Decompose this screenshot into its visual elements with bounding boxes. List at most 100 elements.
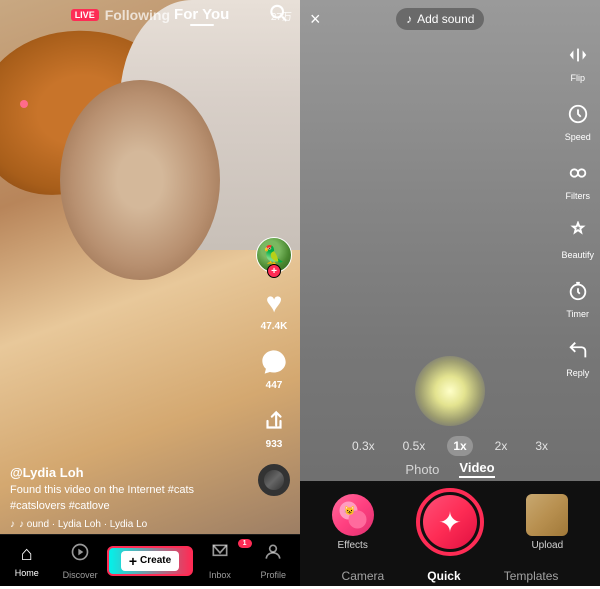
timer-tool[interactable]: Timer	[563, 276, 593, 319]
add-sound-button[interactable]: ♪ Add sound	[396, 8, 484, 30]
upload-button[interactable]: Upload	[526, 494, 568, 551]
speed-0.5x[interactable]: 0.5x	[397, 436, 432, 456]
share-action[interactable]: 933	[258, 405, 290, 450]
inbox-icon	[210, 542, 230, 568]
upload-label: Upload	[531, 540, 563, 551]
nav-inbox[interactable]: 1 Inbox	[193, 542, 246, 580]
reply-icon	[563, 335, 593, 365]
timer-icon	[563, 276, 593, 306]
effects-button[interactable]: 😺 Effects	[332, 494, 374, 551]
beautify-tool[interactable]: Beautify	[561, 217, 594, 260]
filters-label: Filters	[565, 191, 590, 201]
create-button-inner: + Create	[121, 551, 179, 571]
video-sound: ♪ ♪ ound · Lydia Loh · Lydia Lo	[10, 519, 250, 530]
create-label: Create	[140, 555, 171, 566]
video-dot	[20, 100, 28, 108]
tab-underline	[190, 24, 214, 26]
inbox-badge: 1	[238, 539, 252, 548]
speed-selector: 0.3x 0.5x 1x 2x 3x	[300, 436, 600, 456]
like-action[interactable]: ♥ 47.4K	[258, 287, 290, 332]
speed-tool[interactable]: Speed	[563, 99, 593, 142]
beautify-label: Beautify	[561, 250, 594, 260]
camera-controls-row: 😺 Effects ✦ Upload	[300, 481, 600, 563]
filters-tool[interactable]: Filters	[563, 158, 593, 201]
camera-panel: × ♪ Add sound Flip Speed	[300, 0, 600, 586]
nav-profile[interactable]: Profile	[247, 542, 300, 580]
creator-avatar[interactable]: 🦜 +	[256, 237, 292, 273]
discover-icon	[70, 542, 90, 568]
close-button[interactable]: ×	[310, 9, 321, 30]
add-sound-label: Add sound	[417, 12, 474, 26]
speed-icon	[563, 99, 593, 129]
camera-bottom-controls: 😺 Effects ✦ Upload Camera Quick	[300, 481, 600, 586]
music-disc	[258, 464, 290, 496]
profile-icon	[263, 542, 283, 568]
search-icon[interactable]	[268, 3, 288, 28]
comment-icon	[258, 346, 290, 378]
music-note-icon: ♪	[10, 519, 15, 530]
nav-discover[interactable]: Discover	[53, 542, 106, 580]
beautify-icon	[563, 217, 593, 247]
camera-tools: Flip Speed Filters	[561, 40, 594, 378]
camera-nav-quick[interactable]: Quick	[427, 569, 460, 583]
video-actions: 🦜 + ♥ 47.4K 447	[256, 237, 292, 496]
profile-label: Profile	[261, 570, 287, 580]
discover-label: Discover	[63, 570, 98, 580]
speed-3x[interactable]: 3x	[529, 436, 554, 456]
video-description: Found this video on the Internet #cats #…	[10, 483, 250, 514]
music-note-icon: ♪	[406, 12, 412, 26]
like-count: 47.4K	[261, 321, 288, 332]
create-button[interactable]: + Create	[107, 546, 193, 576]
following-tab[interactable]: Following	[105, 7, 170, 23]
comment-count: 447	[266, 380, 283, 391]
filters-icon	[563, 158, 593, 188]
flip-icon	[563, 40, 593, 70]
capture-mode-tabs: Photo Video	[300, 460, 600, 478]
video-content-3	[60, 80, 220, 280]
camera-nav-row: Camera Quick Templates	[300, 563, 600, 589]
video-info: @Lydia Loh Found this video on the Inter…	[10, 465, 250, 530]
tiktok-feed-panel: LIVE Following For You 27万 🦜 + ♥	[0, 0, 300, 586]
home-icon: ⌂	[21, 543, 33, 566]
reply-tool[interactable]: Reply	[563, 335, 593, 378]
top-navigation: LIVE Following For You	[0, 0, 300, 30]
for-you-tab-wrap[interactable]: For You	[174, 6, 229, 24]
disc-icon	[258, 464, 290, 496]
comment-action[interactable]: 447	[258, 346, 290, 391]
follow-plus-badge: +	[267, 264, 281, 278]
timer-label: Timer	[566, 309, 589, 319]
heart-icon: ♥	[258, 287, 290, 319]
speed-2x[interactable]: 2x	[489, 436, 514, 456]
video-feed[interactable]: 27万 🦜 + ♥ 47.4K 447	[0, 0, 300, 586]
flip-label: Flip	[570, 73, 585, 83]
photo-mode-tab[interactable]: Photo	[405, 462, 439, 477]
camera-glow	[415, 356, 485, 426]
share-icon	[258, 405, 290, 437]
capture-highlight	[416, 488, 484, 556]
for-you-tab[interactable]: For You	[174, 6, 229, 23]
nav-create-wrap[interactable]: + Create	[107, 546, 193, 576]
reply-label: Reply	[566, 368, 589, 378]
speed-0.3x[interactable]: 0.3x	[346, 436, 381, 456]
speed-1x[interactable]: 1x	[447, 436, 472, 456]
inbox-label: Inbox	[209, 570, 231, 580]
speed-label: Speed	[565, 132, 591, 142]
capture-button-outer[interactable]: ✦	[417, 489, 483, 555]
nav-home[interactable]: ⌂ Home	[0, 543, 53, 578]
live-badge: LIVE	[71, 9, 99, 21]
home-label: Home	[15, 568, 39, 578]
effects-avatar: 😺	[332, 494, 374, 536]
camera-nav-templates[interactable]: Templates	[504, 569, 559, 583]
camera-nav-camera[interactable]: Camera	[342, 569, 385, 583]
upload-thumbnail	[526, 494, 568, 536]
capture-button-wrap[interactable]: ✦	[417, 489, 483, 555]
video-username[interactable]: @Lydia Loh	[10, 465, 250, 480]
share-count: 933	[266, 439, 283, 450]
video-mode-tab[interactable]: Video	[459, 460, 494, 478]
create-plus-icon: +	[129, 553, 137, 569]
flip-tool[interactable]: Flip	[563, 40, 593, 83]
camera-top-bar: × ♪ Add sound	[300, 0, 600, 38]
sound-text: ♪ ound · Lydia Loh · Lydia Lo	[19, 519, 147, 530]
effects-label: Effects	[337, 540, 367, 551]
svg-text:😺: 😺	[344, 505, 355, 515]
